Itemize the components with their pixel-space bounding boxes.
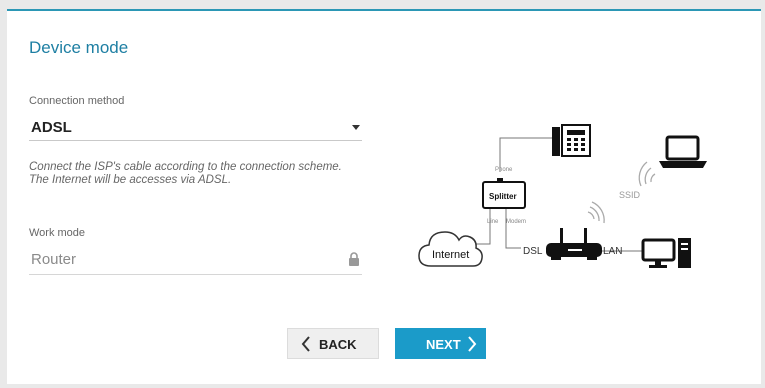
modem-port-label: Modem xyxy=(506,219,526,225)
page-title: Device mode xyxy=(29,38,129,57)
connection-hint: Connect the ISP's cable according to the… xyxy=(29,161,389,187)
ssid-label: SSID xyxy=(619,190,641,200)
work-mode-field: Router xyxy=(29,247,362,275)
chevron-right-icon xyxy=(468,336,477,352)
back-button-label: BACK xyxy=(319,337,357,352)
chevron-left-icon xyxy=(301,336,310,352)
router-icon xyxy=(546,228,602,260)
back-button[interactable]: BACK xyxy=(287,328,379,359)
work-mode-value: Router xyxy=(31,251,77,268)
internet-label: Internet xyxy=(432,249,469,261)
device-mode-panel: Device mode Connection method ADSL Conne… xyxy=(7,9,761,384)
wifi-icon xyxy=(587,201,605,224)
wifi-icon xyxy=(638,161,656,187)
phone-port-label: Phone xyxy=(495,167,513,173)
next-button-label: NEXT xyxy=(426,337,461,352)
connection-method-select[interactable]: ADSL xyxy=(29,115,362,141)
hint-line-2: The Internet will be accesses via ADSL. xyxy=(29,174,232,186)
connection-method-value: ADSL xyxy=(31,119,72,136)
desktop-icon xyxy=(641,238,691,268)
lan-label: LAN xyxy=(603,246,622,257)
connection-method-label: Connection method xyxy=(29,95,125,107)
hint-line-1: Connect the ISP's cable according to the… xyxy=(29,161,342,173)
line-port-label: Line xyxy=(487,219,499,225)
chevron-down-icon xyxy=(352,125,360,130)
dsl-label: DSL xyxy=(523,246,543,257)
work-mode-label: Work mode xyxy=(29,227,86,239)
laptop-icon xyxy=(659,135,707,168)
lock-icon xyxy=(348,252,360,271)
phone-icon xyxy=(552,124,591,157)
splitter-label: Splitter xyxy=(489,192,517,201)
connection-diagram: Phone Splitter Line Modem Internet DSL L… xyxy=(418,124,707,268)
next-button[interactable]: NEXT xyxy=(395,328,486,359)
